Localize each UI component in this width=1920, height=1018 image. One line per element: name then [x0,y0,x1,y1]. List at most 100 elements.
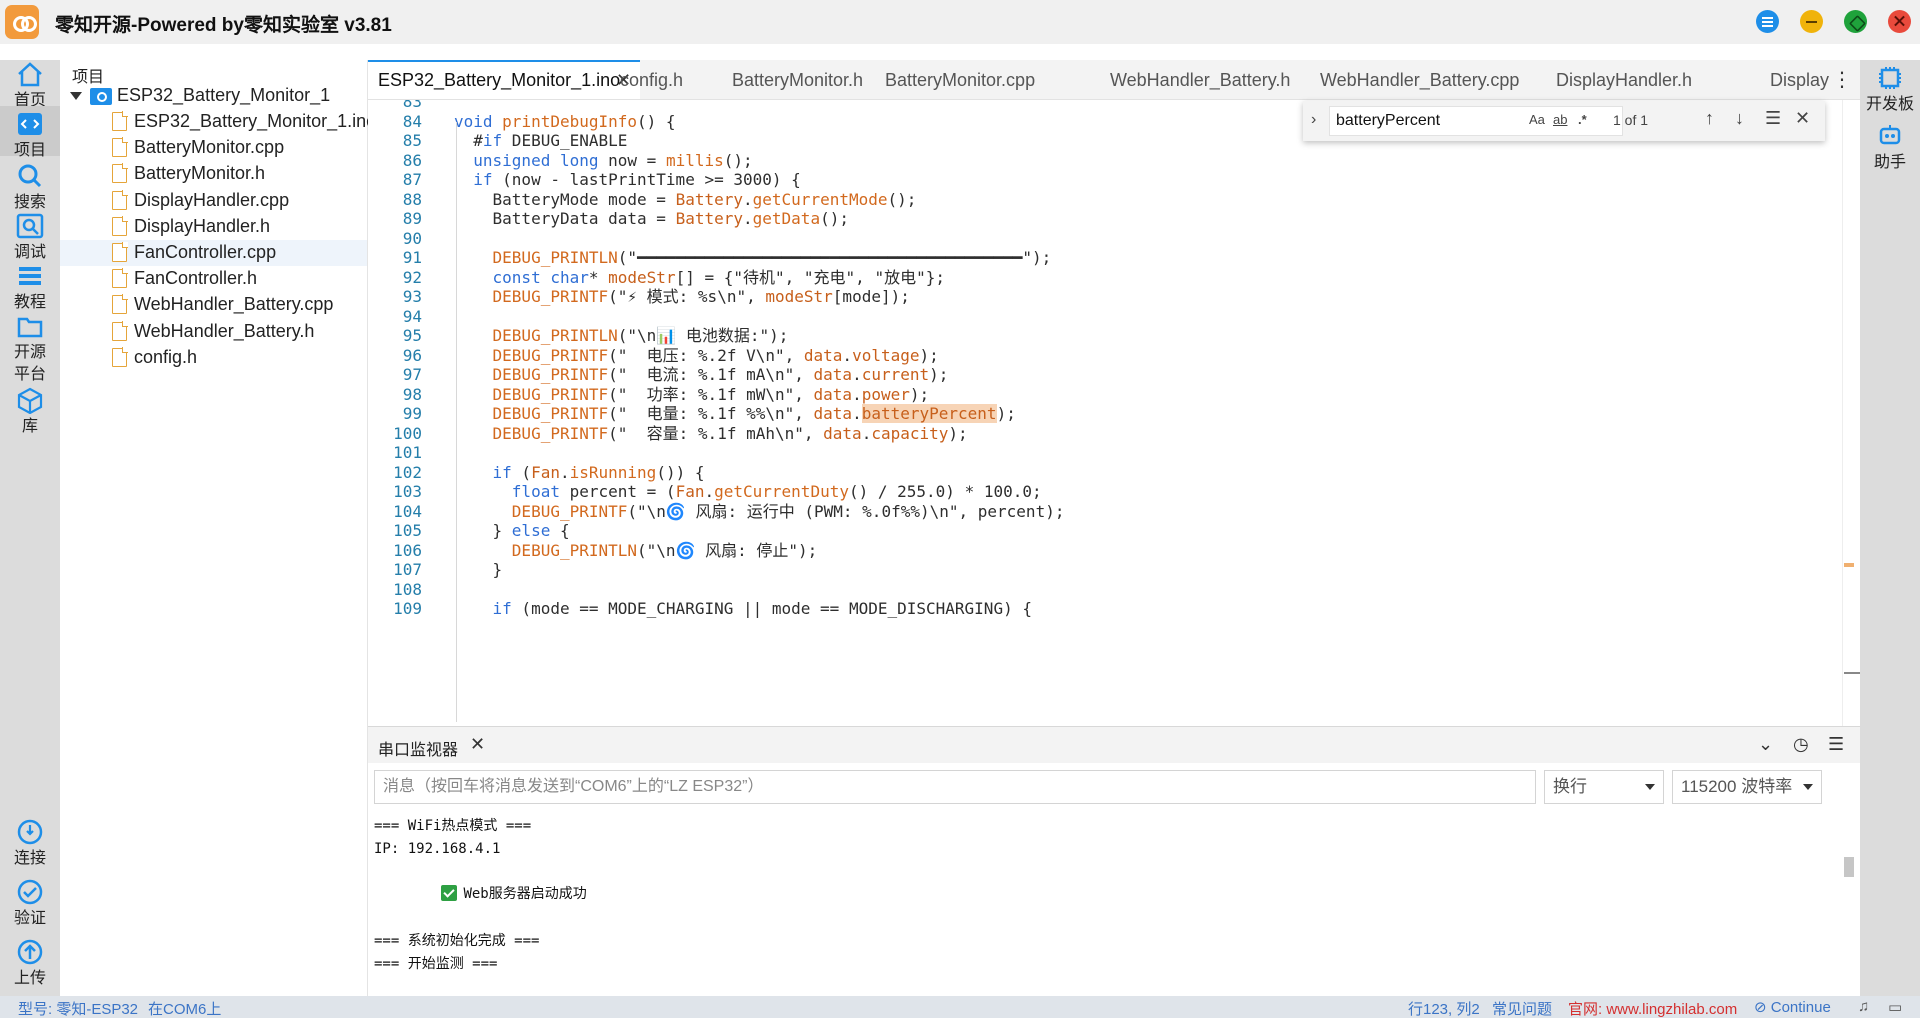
activity-debug[interactable]: 调试 [0,208,60,261]
line-number: 109 [393,599,422,618]
match-case-toggle[interactable]: Aa [1529,112,1545,127]
autoscroll-chevron-down-icon[interactable]: ⌄ [1758,734,1773,755]
find-in-selection-icon[interactable]: ☰ [1765,108,1781,129]
title-bar: 零知开源-Powered by零知实验室 v3.81 [0,0,1920,44]
close-panel-icon[interactable]: ✕ [470,734,485,755]
output-line: === 系统初始化完成 === [374,933,540,949]
close-find-icon[interactable]: ✕ [1795,108,1810,129]
chevron-down-icon [1803,784,1813,790]
file-item[interactable]: DisplayHandler.h [60,214,367,240]
chevron-down-icon [1645,784,1655,790]
status-board[interactable]: 型号: 零知-ESP32 [18,998,138,1018]
activity-search[interactable]: 搜索 [0,158,60,211]
file-item[interactable]: FanController.h [60,266,367,292]
output-line-success: Web服务器启动成功 [374,861,587,902]
clear-output-icon[interactable]: ☰ [1828,734,1844,755]
file-icon [112,294,128,315]
upload-button[interactable]: 上传 [0,938,60,987]
status-faq-link[interactable]: 常见问题 [1492,998,1552,1018]
app-logo-icon [5,5,39,39]
project-folder-icon [90,88,112,105]
close-window-button[interactable] [1888,10,1911,33]
whole-word-toggle[interactable]: ab [1553,112,1567,127]
upload-label: 上传 [13,970,46,987]
next-match-arrow-down-icon[interactable]: ↓ [1735,108,1744,129]
editor-tab-bar: ESP32_Battery_Monitor_1.ino ✕ config.h Ba… [368,60,1860,100]
status-continue[interactable]: ⊘ Continue [1754,998,1831,1016]
activity-opensource[interactable]: 开源 平台 [0,308,60,383]
editor-scrollbar[interactable] [1842,100,1860,726]
output-line: === WiFi热点模式 === [374,818,532,834]
tutorial-icon [15,262,45,290]
continue-icon: ⊘ [1754,999,1771,1016]
file-item[interactable]: BatteryMonitor.cpp [60,135,367,161]
tree-root-folder[interactable]: ESP32_Battery_Monitor_1 [60,83,367,109]
app-title: 零知开源-Powered by零知实验室 v3.81 [55,15,392,36]
status-port[interactable]: 在COM6上 [148,998,221,1018]
tab-ino[interactable]: ESP32_Battery_Monitor_1.ino ✕ [368,60,640,99]
file-icon [112,346,128,367]
previous-match-arrow-up-icon[interactable]: ↑ [1705,108,1714,129]
code-text: if (mode == MODE_CHARGING || mode == MOD… [492,599,1032,618]
tab-label: WebHandler_Battery.cpp [1320,70,1520,90]
activity-library[interactable]: 库 [0,382,60,435]
file-icon [112,215,128,236]
verify-button[interactable]: 验证 [0,878,60,927]
check-icon [441,885,458,901]
file-item[interactable]: WebHandler_Battery.h [60,319,367,345]
connect-icon [15,818,45,846]
tab-label: BatteryMonitor.cpp [885,70,1036,90]
activity-home[interactable]: 首页 [0,60,60,109]
upload-icon [15,938,45,966]
minimize-button[interactable] [1800,10,1823,33]
assistant-button[interactable]: 助手 [1860,122,1920,174]
tab-label: Display [1770,70,1830,90]
verify-icon [15,878,45,906]
file-item[interactable]: DisplayHandler.cpp [60,188,367,214]
file-icon [112,137,128,158]
activity-tutorial[interactable]: 教程 [0,258,60,311]
file-item[interactable]: ESP32_Battery_Monitor_1.ino [60,109,376,135]
tab-label: config.h [620,70,684,90]
tabs-more-button[interactable]: ⋮ [1832,62,1852,98]
connect-label: 连接 [13,850,46,867]
file-icon [112,163,128,184]
chevron-down-icon[interactable] [70,92,82,100]
project-explorer: 项目 ESP32_Battery_Monitor_1 ESP32_Battery… [60,60,376,996]
feedback-icon[interactable]: ▭ [1888,998,1902,1016]
assistant-label: 助手 [1873,154,1906,171]
file-item[interactable]: config.h [60,345,367,371]
panel-scrollbar-thumb[interactable] [1844,857,1854,877]
regex-toggle[interactable]: .* [1578,112,1587,127]
line-ending-select[interactable]: 换行 [1544,770,1664,804]
file-icon [112,189,128,210]
file-item-label: DisplayHandler.cpp [134,189,290,210]
serial-output: === WiFi热点模式 === IP: 192.168.4.1 Web服务器启… [374,815,1844,995]
connect-button[interactable]: 连接 [0,818,60,867]
panel-title: 串口监视器 [378,742,459,759]
search-match-marker [1844,563,1854,567]
assistant-robot-icon [1875,122,1905,150]
tab-label: WebHandler_Battery.h [1110,70,1291,90]
file-item[interactable]: BatteryMonitor.h [60,161,367,187]
file-item[interactable]: FanController.cpp [60,240,367,266]
file-item[interactable]: WebHandler_Battery.cpp [60,292,367,318]
find-expand-chevron-icon[interactable]: › [1311,111,1316,129]
baud-rate-select[interactable]: 115200 波特率 [1672,770,1822,804]
search-icon [15,162,45,190]
menu-button[interactable] [1756,10,1779,33]
activity-project-label: 项目 [13,142,46,159]
serial-message-input[interactable]: 消息（按回车将消息发送到“COM6”上的“LZ ESP32”） [374,770,1536,804]
devboard-button[interactable]: 开发板 [1860,64,1920,116]
status-cursor[interactable]: 行123, 列2 [1408,998,1480,1018]
tab-label: BatteryMonitor.h [732,70,864,90]
timestamp-clock-icon[interactable]: ◷ [1793,734,1809,755]
activity-opensource-label: 开源 [13,344,46,361]
file-icon [112,111,128,131]
activity-project[interactable]: 项目 [0,106,60,159]
status-website-link[interactable]: 官网: www.lingzhilab.com [1568,998,1737,1018]
code-editor[interactable]: 83 84 void printDebugInfo() {85 #if DEBUG_… [368,100,1842,726]
notification-bell-icon[interactable]: ♫ [1858,998,1869,1015]
code-line[interactable]: 109 if (mode == MODE_CHARGING || mode ==… [368,597,1842,621]
maximize-button[interactable] [1844,10,1867,33]
